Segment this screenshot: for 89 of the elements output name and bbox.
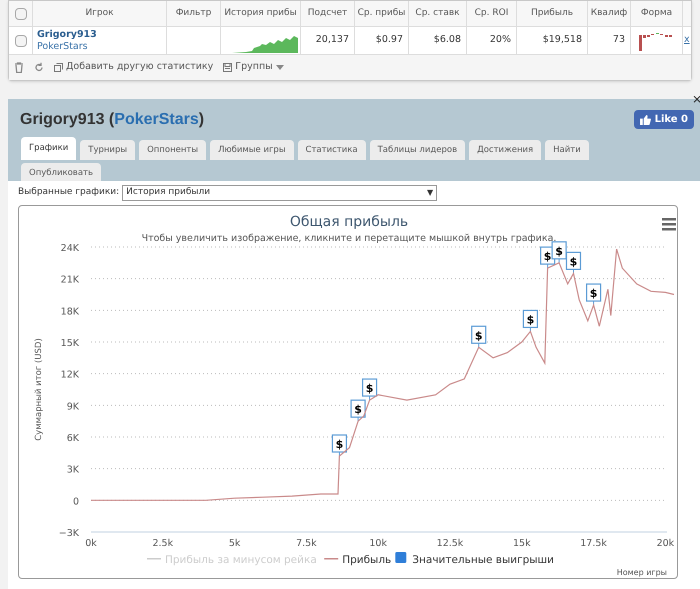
tab[interactable]: Статистика bbox=[298, 140, 366, 160]
axis-label: 18K bbox=[60, 306, 79, 318]
annotation: $ bbox=[590, 287, 598, 300]
win-flag: $ bbox=[332, 434, 348, 456]
tab[interactable]: Найти bbox=[545, 140, 589, 160]
axis-label: 12K bbox=[60, 370, 79, 381]
column-header[interactable]: Подсчет bbox=[308, 6, 348, 20]
axis-label: 7.5k bbox=[296, 538, 317, 549]
column-header[interactable]: Игрок bbox=[85, 6, 114, 20]
annotation: $ bbox=[474, 329, 483, 342]
annotation: $ bbox=[354, 403, 362, 416]
axis-label: 6K bbox=[66, 433, 79, 444]
table-cell-text: 73 bbox=[612, 33, 625, 48]
table-cell-text: $6.08 bbox=[434, 33, 461, 48]
column-header[interactable]: Ср. ROI bbox=[474, 6, 508, 20]
axis-label: 15K bbox=[60, 338, 79, 349]
table-cell-text: $0.97 bbox=[376, 33, 403, 48]
win-flag: $ bbox=[566, 252, 582, 274]
chart-title: Общая прибыль bbox=[290, 214, 408, 230]
form-bars bbox=[638, 30, 674, 50]
axis-label: 0k bbox=[85, 538, 97, 549]
annotation: $ bbox=[366, 382, 374, 396]
menu-icon[interactable] bbox=[662, 218, 676, 230]
win-flag: $ bbox=[471, 326, 486, 348]
axis-title: Суммарный итог (USD) bbox=[34, 338, 44, 441]
axis-label: 20k bbox=[656, 538, 674, 549]
legend-item[interactable]: Значительные выигрыши bbox=[395, 552, 554, 566]
column-header[interactable]: Форма bbox=[640, 6, 672, 20]
chart-hint: Чтобы увеличить изображение, кликните и перетащите мышкой внутрь графика. bbox=[142, 233, 556, 244]
player-link[interactable]: Grigory913 bbox=[37, 28, 97, 40]
axis-label: −3K bbox=[58, 528, 79, 539]
checkbox[interactable] bbox=[14, 8, 26, 20]
refresh-icon[interactable] bbox=[34, 62, 44, 73]
win-flag: $ bbox=[522, 310, 538, 332]
thumbs-up-icon bbox=[640, 114, 651, 124]
legend-item[interactable]: Прибыль bbox=[324, 554, 392, 566]
annotation: $ bbox=[526, 313, 534, 326]
win-flag: $ bbox=[552, 241, 567, 264]
table-cell-text: 20% bbox=[490, 33, 511, 48]
axis-label: 10k bbox=[369, 538, 387, 549]
tab[interactable]: Графики bbox=[21, 137, 76, 160]
axis-label: 21K bbox=[60, 274, 79, 286]
tab[interactable]: Турниры bbox=[80, 140, 136, 160]
axis-label: 2.5k bbox=[152, 538, 174, 549]
site-link[interactable]: PokerStars bbox=[37, 40, 88, 52]
save-icon bbox=[223, 63, 232, 72]
win-flag: $ bbox=[350, 400, 366, 422]
axis-label: 9K bbox=[66, 401, 79, 412]
checkbox[interactable] bbox=[14, 34, 26, 46]
win-flag: $ bbox=[362, 378, 378, 401]
axis-label: 12.5k bbox=[436, 538, 464, 549]
column-header[interactable]: Квалиф bbox=[590, 6, 628, 20]
add-stats-button[interactable]: Добавить другую статистику bbox=[54, 60, 214, 75]
close-button[interactable]: × bbox=[692, 93, 700, 105]
column-header[interactable]: Прибыль bbox=[530, 6, 574, 20]
field-label: Выбранные графики: bbox=[18, 186, 120, 200]
graph-dropdown[interactable]: История прибыли ▼ bbox=[122, 185, 438, 201]
tab[interactable]: Таблицы лидеров bbox=[370, 140, 466, 160]
axis-label: 0 bbox=[72, 496, 79, 508]
tab[interactable]: Любимые игры bbox=[210, 140, 294, 160]
dropdown-arrow: ▼ bbox=[427, 187, 434, 199]
legend-label: Прибыль bbox=[342, 554, 392, 566]
column-header[interactable]: История прибы bbox=[224, 6, 297, 20]
copy-icon bbox=[54, 63, 63, 72]
tab[interactable]: Оппоненты bbox=[139, 140, 206, 160]
axis-label: 15k bbox=[513, 538, 531, 549]
trash-icon[interactable] bbox=[14, 62, 24, 73]
like-button[interactable]: Like 0 bbox=[634, 110, 694, 129]
tab[interactable]: Достижения bbox=[469, 140, 542, 160]
axis-label: 24K bbox=[60, 243, 79, 254]
tab[interactable]: Опубликовать bbox=[21, 163, 101, 183]
table-cell-text: 20,137 bbox=[316, 33, 349, 48]
table-cell-text: $19,518 bbox=[542, 33, 582, 48]
caret-icon bbox=[276, 65, 284, 70]
axis-label: 17.5k bbox=[580, 538, 607, 549]
annotation: $ bbox=[570, 255, 578, 268]
axis-title: Номер игры bbox=[616, 568, 667, 577]
column-header[interactable]: Ср. прибы bbox=[358, 6, 406, 20]
axis-label: 3K bbox=[66, 464, 79, 476]
remove-link[interactable]: x bbox=[684, 33, 690, 48]
profile-title: Grigory913 (PokerStars) bbox=[20, 110, 204, 130]
column-header[interactable]: Ср. ставк bbox=[415, 6, 460, 20]
win-flag: $ bbox=[586, 283, 602, 306]
column-header[interactable]: Фильтр bbox=[176, 6, 212, 20]
annotation: $ bbox=[555, 244, 563, 258]
groups-button[interactable]: Группы bbox=[223, 60, 284, 75]
annotation: $ bbox=[544, 250, 552, 264]
annotation: $ bbox=[336, 438, 344, 451]
axis-label: 5k bbox=[228, 538, 240, 549]
